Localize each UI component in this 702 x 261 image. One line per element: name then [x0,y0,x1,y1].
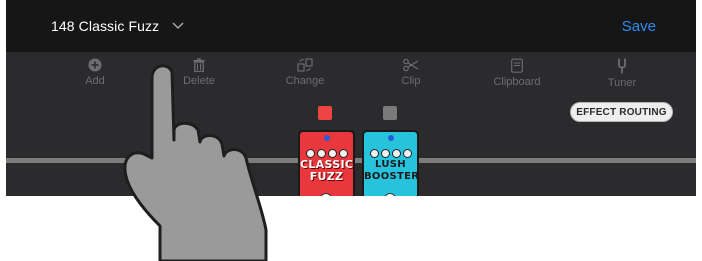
top-bar: 148 Classic Fuzz Save [6,0,696,52]
pedal-name-line2: FUZZ [309,170,344,183]
footswitch-icon[interactable] [384,193,396,196]
save-button[interactable]: Save [622,18,656,35]
tuning-fork-icon [618,58,626,74]
pedal-lush-booster[interactable]: LUSH BOOSTER [362,130,419,196]
pedal-name: LUSH BOOSTER [364,159,417,183]
tuner-label: Tuner [607,77,637,89]
led-icon [324,135,330,141]
chevron-down-icon[interactable] [172,20,184,30]
knob-icon[interactable] [370,149,379,158]
pedal-name: CLASSIC FUZZ [300,159,353,183]
knob-icon[interactable] [403,149,412,158]
app-window: 148 Classic Fuzz Save Add Delete Change … [6,0,696,196]
knob-icon[interactable] [392,149,401,158]
knob-icon[interactable] [328,149,337,158]
knob-icon[interactable] [317,149,326,158]
pointing-hand-icon [123,64,268,261]
tuner-button[interactable]: Tuner [582,58,662,89]
clipboard-icon [511,58,523,73]
add-icon [88,58,102,72]
clipboard-label: Clipboard [493,76,541,88]
change-label: Change [285,75,325,87]
clip-label: Clip [401,75,421,87]
add-label: Add [85,75,105,87]
pedal-classic-fuzz[interactable]: CLASSIC FUZZ [298,130,355,196]
pedal-name-line2: BOOSTER [364,171,419,182]
toolbar: Add Delete Change Clip Clipboard Tuner [6,52,696,98]
knob-icon[interactable] [381,149,390,158]
knob-icon[interactable] [306,149,315,158]
pedal-knobs [306,145,350,158]
knob-icon[interactable] [339,149,348,158]
clipboard-button[interactable]: Clipboard [477,58,557,88]
pedal-selector-lush-booster[interactable] [383,106,397,120]
footswitch-icon[interactable] [320,193,332,196]
pedal-selector-classic-fuzz[interactable] [318,106,332,120]
pedal-name-line1: LUSH [375,159,406,170]
effect-routing-button[interactable]: EFFECT ROUTING [570,102,673,122]
clip-button[interactable]: Clip [371,58,451,87]
preset-name[interactable]: 148 Classic Fuzz [51,18,159,34]
scissors-icon [403,58,419,72]
change-icon [297,58,313,72]
pedal-knobs [370,145,414,158]
led-icon [388,135,394,141]
